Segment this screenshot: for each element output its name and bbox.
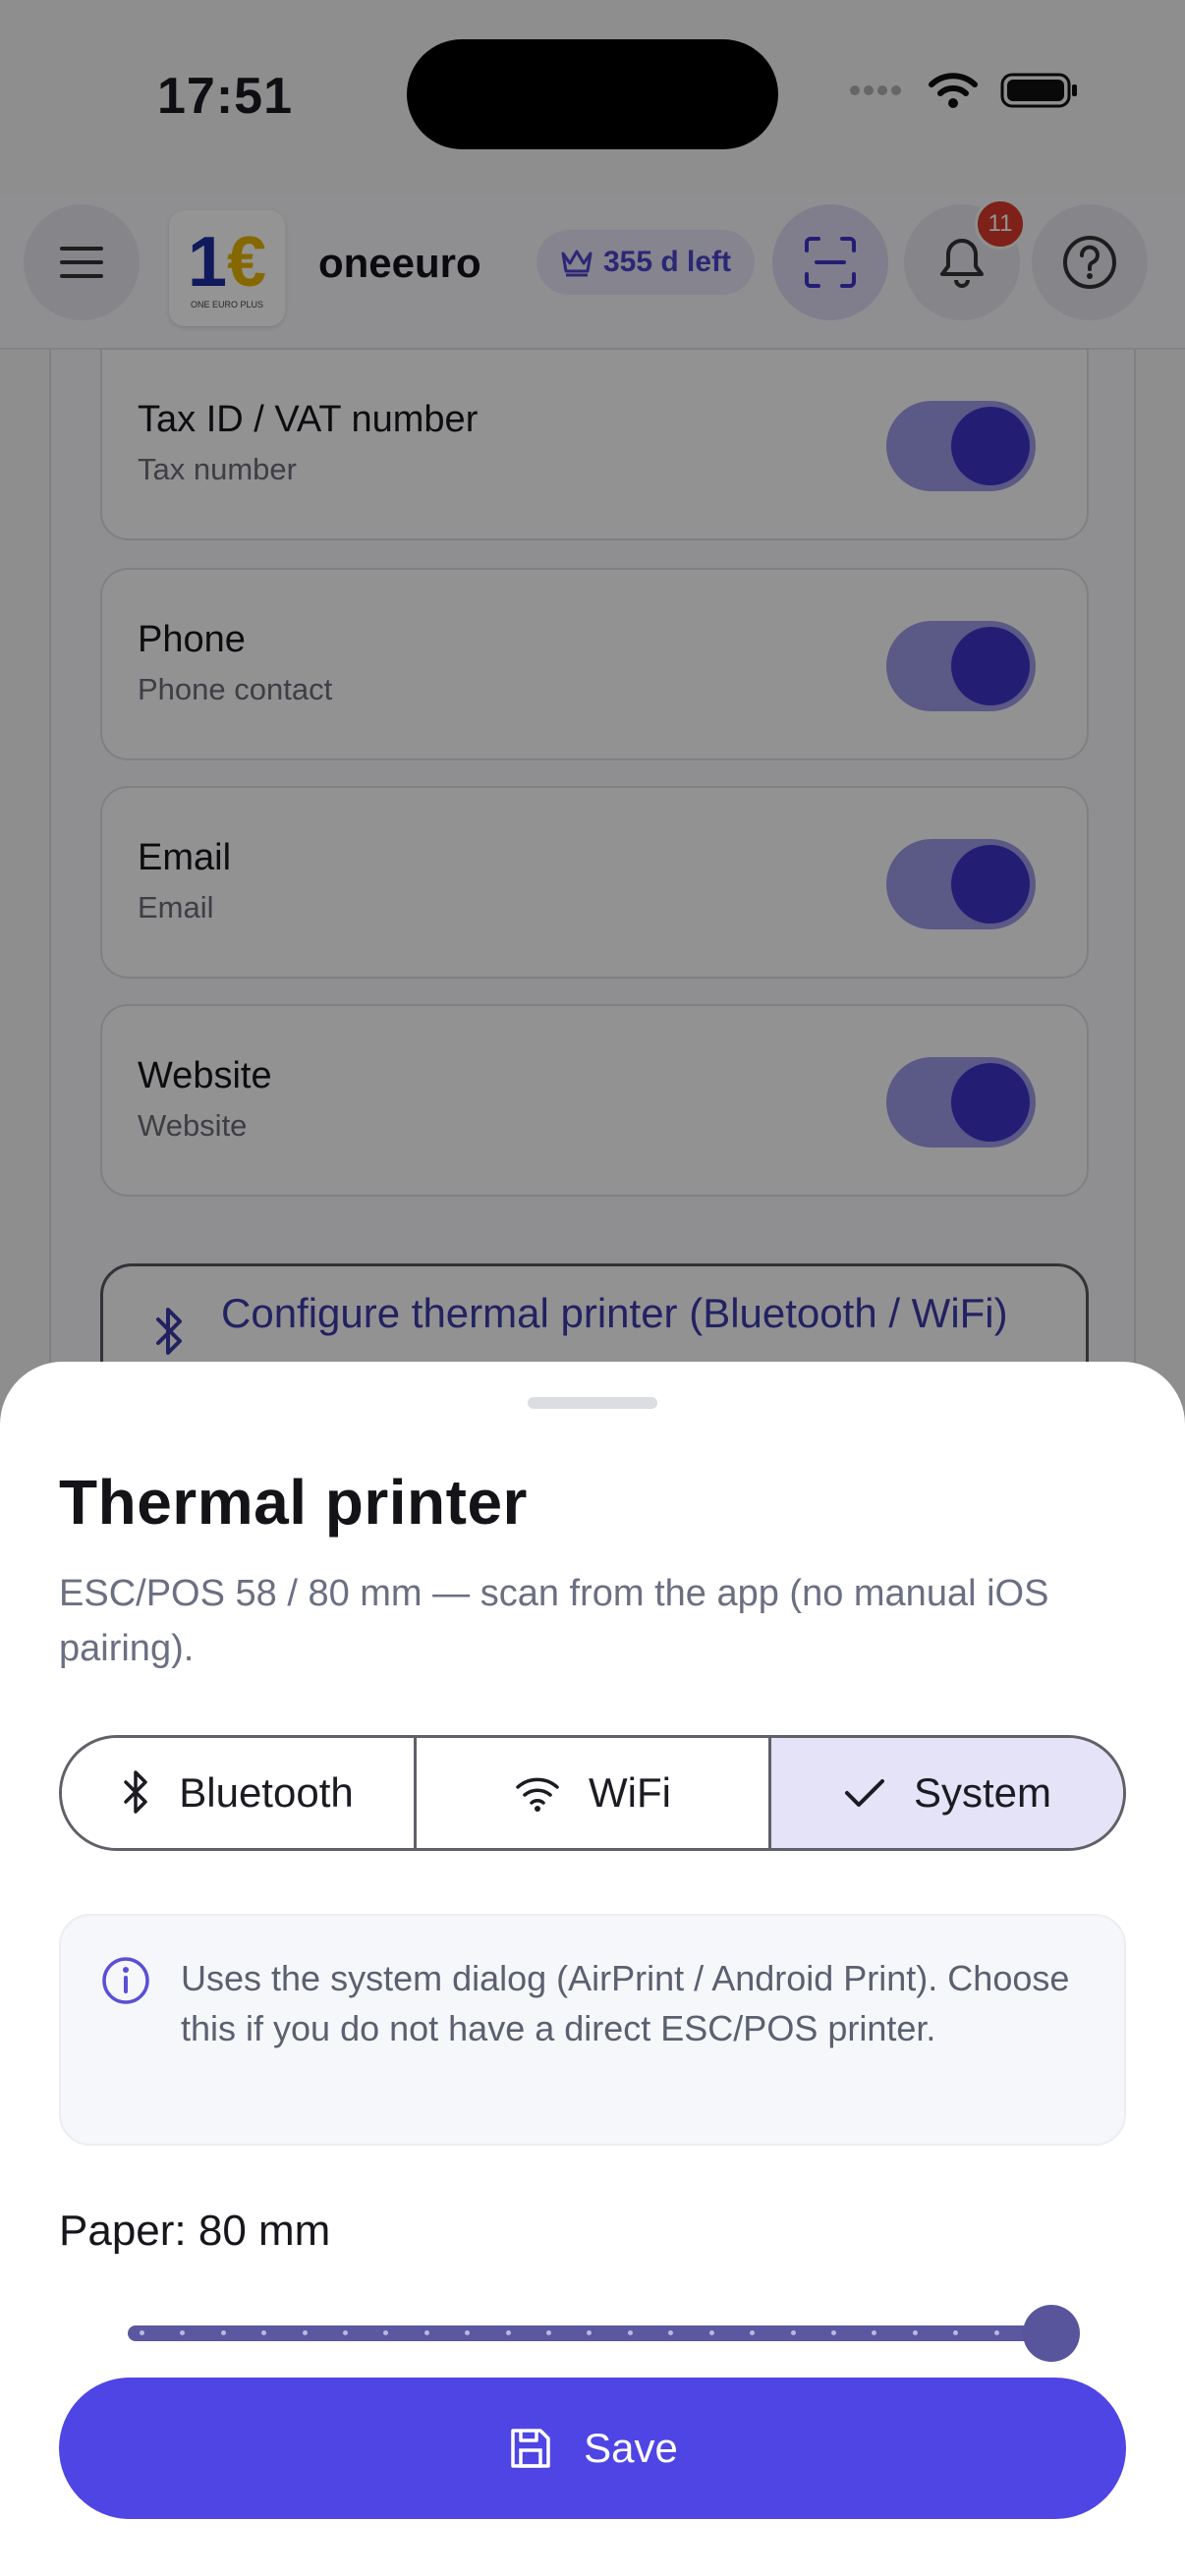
slider-tick	[993, 2330, 999, 2335]
paper-size-slider[interactable]	[128, 2300, 1080, 2365]
info-text: Uses the system dialog (AirPrint / Andro…	[181, 1958, 1070, 2048]
slider-tick	[750, 2330, 756, 2335]
slider-tick	[465, 2330, 471, 2335]
slider-tick	[668, 2330, 674, 2335]
segment-wifi[interactable]: WiFi	[414, 1738, 768, 1848]
segment-bluetooth[interactable]: Bluetooth	[62, 1738, 414, 1848]
slider-tick	[261, 2330, 267, 2335]
paper-label: Paper: 80 mm	[59, 2207, 331, 2255]
slider-tick	[343, 2330, 349, 2335]
segment-system[interactable]: System	[768, 1738, 1123, 1848]
sheet-description: ESC/POS 58 / 80 mm — scan from the app (…	[59, 1573, 1049, 1669]
sheet-grabber[interactable]	[528, 1397, 657, 1409]
slider-tick	[220, 2330, 226, 2335]
slider-tick	[912, 2330, 918, 2335]
check-icon	[844, 1779, 884, 1807]
save-label: Save	[584, 2425, 678, 2471]
slider-tick	[383, 2330, 389, 2335]
slider-tick	[546, 2330, 552, 2335]
connection-type-selector: Bluetooth WiFi System	[59, 1735, 1126, 1851]
slider-tick	[830, 2330, 836, 2335]
info-box: Uses the system dialog (AirPrint / Andro…	[59, 1914, 1126, 2146]
slider-tick	[953, 2330, 959, 2335]
save-icon	[511, 2429, 550, 2468]
thermal-printer-sheet: Thermal printer ESC/POS 58 / 80 mm — sca…	[0, 1362, 1185, 2576]
sheet-title: Thermal printer	[59, 1467, 528, 1538]
save-button[interactable]: Save	[59, 2378, 1126, 2519]
slider-tick	[505, 2330, 511, 2335]
info-icon	[102, 1957, 149, 2004]
slider-tick	[872, 2330, 877, 2335]
segment-label: Bluetooth	[179, 1769, 354, 1816]
slider-tick	[587, 2330, 592, 2335]
wifi-icon	[516, 1777, 559, 1812]
slider-tick	[140, 2330, 144, 2335]
slider-tick	[790, 2330, 796, 2335]
slider-tick	[423, 2330, 429, 2335]
slider-tick	[627, 2330, 633, 2335]
segment-label: WiFi	[589, 1769, 671, 1816]
slider-tick	[302, 2330, 308, 2335]
bluetooth-icon	[124, 1770, 147, 1814]
slider-tick	[180, 2330, 186, 2335]
slider-ticks	[140, 2330, 1040, 2336]
segment-label: System	[913, 1769, 1052, 1816]
slider-thumb[interactable]	[1023, 2305, 1080, 2362]
slider-tick	[708, 2330, 714, 2335]
